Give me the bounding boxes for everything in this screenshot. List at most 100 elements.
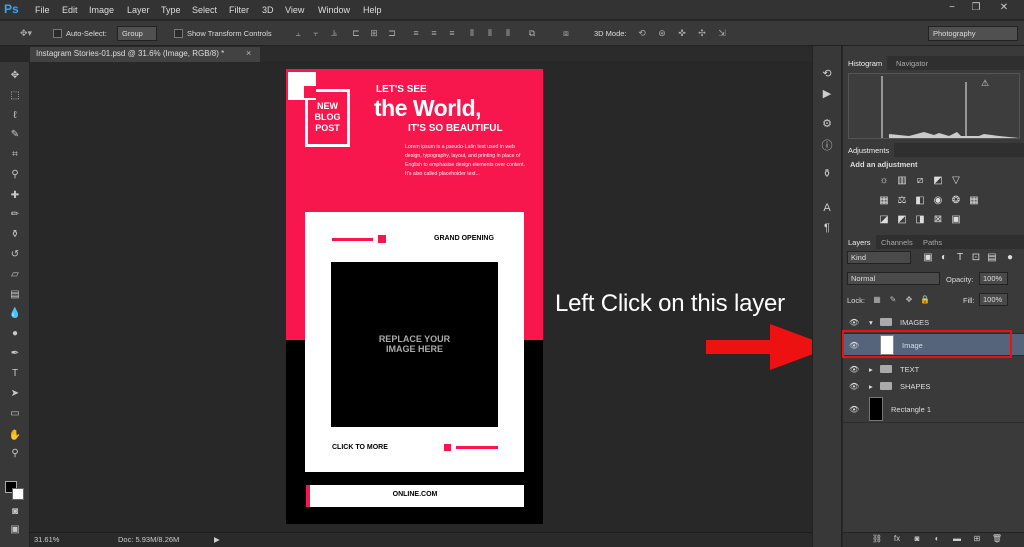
distribute-hcenter-icon[interactable]: ⦀ — [484, 28, 496, 39]
brush-presets-panel-icon[interactable]: ⚙ — [818, 116, 836, 132]
hand-tool-icon[interactable]: ✋ — [6, 428, 24, 444]
visibility-eye-icon[interactable]: 👁 — [849, 365, 861, 374]
tab-histogram[interactable]: Histogram — [843, 56, 888, 70]
document-tab[interactable]: Instagram Stories-01.psd @ 31.6% (Image,… — [30, 47, 260, 62]
tab-close-icon[interactable]: × — [246, 48, 251, 58]
filter-adjustment-icon[interactable]: ◐ — [938, 252, 950, 264]
channel-mixer-icon[interactable]: ❂ — [950, 195, 962, 207]
collapse-arrow-icon[interactable]: ▸ — [869, 382, 873, 391]
distribute-right-icon[interactable]: ⦀ — [502, 28, 514, 39]
hue-saturation-icon[interactable]: ▦ — [878, 195, 890, 207]
lock-transparent-icon[interactable]: ▦ — [872, 295, 882, 305]
new-layer-icon[interactable]: ⊞ — [971, 534, 983, 543]
align-top-icon[interactable]: ⫠ — [292, 28, 304, 39]
3d-orbit-icon[interactable]: ⟲ — [636, 28, 648, 39]
fill-value[interactable]: 100% — [979, 293, 1008, 306]
align-right-icon[interactable]: ⊐ — [386, 28, 398, 39]
3d-roll-icon[interactable]: ⊛ — [656, 28, 668, 39]
menu-image[interactable]: Image — [89, 5, 114, 15]
gradient-tool-icon[interactable]: ▤ — [6, 287, 24, 303]
new-group-icon[interactable]: ▬ — [951, 534, 963, 543]
photo-filter-icon[interactable]: ◉ — [932, 195, 944, 207]
visibility-eye-icon[interactable]: 👁 — [849, 341, 861, 350]
visibility-eye-icon[interactable]: 👁 — [849, 382, 861, 391]
transform-controls-checkbox[interactable] — [174, 29, 183, 38]
blur-tool-icon[interactable]: 💧 — [6, 306, 24, 322]
menu-3d[interactable]: 3D — [262, 5, 274, 15]
history-brush-tool-icon[interactable]: ↺ — [6, 247, 24, 263]
quick-select-tool-icon[interactable]: ✎ — [6, 127, 24, 143]
lock-position-icon[interactable]: ✥ — [904, 295, 914, 305]
zoom-level[interactable]: 31.61% — [34, 535, 59, 544]
lock-image-icon[interactable]: ✎ — [888, 295, 898, 305]
distribute-vcenter-icon[interactable]: ≡ — [428, 28, 440, 39]
layer-filter-kind[interactable]: Kind — [847, 251, 911, 264]
color-balance-icon[interactable]: ⚖ — [896, 195, 908, 207]
expand-arrow-icon[interactable]: ▾ — [869, 318, 873, 327]
pen-tool-icon[interactable]: ✒ — [6, 346, 24, 362]
type-tool-icon[interactable]: T — [6, 366, 24, 382]
auto-select-checkbox[interactable] — [53, 29, 62, 38]
3d-pan-icon[interactable]: ✜ — [676, 28, 688, 39]
minimize-icon[interactable]: − — [942, 2, 962, 16]
curves-icon[interactable]: ⧄ — [914, 175, 926, 187]
lock-all-icon[interactable]: 🔒 — [920, 295, 930, 305]
healing-brush-tool-icon[interactable]: ✚ — [6, 188, 24, 204]
crop-tool-icon[interactable]: ⌗ — [6, 147, 24, 163]
invert-icon[interactable]: ◪ — [878, 214, 890, 226]
path-select-tool-icon[interactable]: ➤ — [6, 386, 24, 402]
collapse-arrow-icon[interactable]: ▸ — [869, 365, 873, 374]
close-icon[interactable]: ✕ — [994, 2, 1014, 16]
filter-shape-icon[interactable]: ⊡ — [970, 252, 982, 264]
filter-type-icon[interactable]: T — [954, 252, 966, 264]
add-mask-icon[interactable]: ◙ — [911, 534, 923, 543]
auto-align-icon[interactable]: ⧉ — [526, 28, 538, 39]
align-vcenter-icon[interactable]: ⫟ — [310, 28, 322, 39]
brush-tool-icon[interactable]: ✏ — [6, 207, 24, 223]
move-tool-icon[interactable]: ✥ — [6, 68, 24, 84]
brightness-icon[interactable]: ☼ — [878, 175, 890, 187]
blend-mode-dropdown[interactable]: Normal — [847, 272, 940, 285]
status-menu-arrow-icon[interactable]: ▶ — [214, 535, 220, 544]
link-layers-icon[interactable]: ⛓ — [871, 534, 883, 543]
filter-smart-icon[interactable]: ▤ — [986, 252, 998, 264]
quick-mask-icon[interactable]: ◙ — [6, 504, 24, 520]
layer-style-icon[interactable]: fx — [891, 534, 903, 543]
lasso-tool-icon[interactable]: ℓ — [6, 108, 24, 124]
tab-navigator[interactable]: Navigator — [891, 56, 933, 70]
rectangle-tool-icon[interactable]: ▭ — [6, 406, 24, 422]
menu-file[interactable]: File — [35, 5, 50, 15]
menu-edit[interactable]: Edit — [62, 5, 78, 15]
tab-channels[interactable]: Channels — [876, 235, 918, 249]
distribute-left-icon[interactable]: ⦀ — [466, 28, 478, 39]
black-white-icon[interactable]: ◧ — [914, 195, 926, 207]
eyedropper-tool-icon[interactable]: ⚲ — [6, 167, 24, 183]
menu-layer[interactable]: Layer — [127, 5, 150, 15]
workspace-dropdown[interactable]: Photography — [928, 26, 1018, 41]
menu-filter[interactable]: Filter — [229, 5, 249, 15]
vibrance-icon[interactable]: ▽ — [950, 175, 962, 187]
exposure-icon[interactable]: ◩ — [932, 175, 944, 187]
dodge-tool-icon[interactable]: ● — [6, 326, 24, 342]
actions-panel-icon[interactable]: ▶ — [818, 86, 836, 102]
auto-blend-icon[interactable]: ⧈ — [560, 28, 572, 39]
3d-slide-icon[interactable]: ✣ — [696, 28, 708, 39]
clone-source-panel-icon[interactable]: ⚱ — [818, 166, 836, 182]
tab-paths[interactable]: Paths — [918, 235, 947, 249]
tab-adjustments[interactable]: Adjustments — [843, 143, 895, 157]
menu-help[interactable]: Help — [363, 5, 382, 15]
clone-stamp-tool-icon[interactable]: ⚱ — [6, 227, 24, 243]
info-panel-icon[interactable]: ⓘ — [818, 138, 836, 154]
history-panel-icon[interactable]: ⟲ — [818, 66, 836, 82]
3d-scale-icon[interactable]: ⇲ — [716, 28, 728, 39]
screen-mode-icon[interactable]: ▣ — [6, 522, 24, 538]
visibility-eye-icon[interactable]: 👁 — [849, 405, 861, 414]
background-color-swatch[interactable] — [12, 488, 24, 500]
visibility-eye-icon[interactable]: 👁 — [849, 318, 861, 327]
color-lookup-icon[interactable]: ▦ — [968, 195, 980, 207]
warning-icon[interactable]: ⚠ — [981, 78, 989, 89]
eraser-tool-icon[interactable]: ▱ — [6, 267, 24, 283]
align-left-icon[interactable]: ⊏ — [350, 28, 362, 39]
character-panel-icon[interactable]: A — [818, 200, 836, 216]
filter-pixel-icon[interactable]: ▣ — [922, 252, 934, 264]
